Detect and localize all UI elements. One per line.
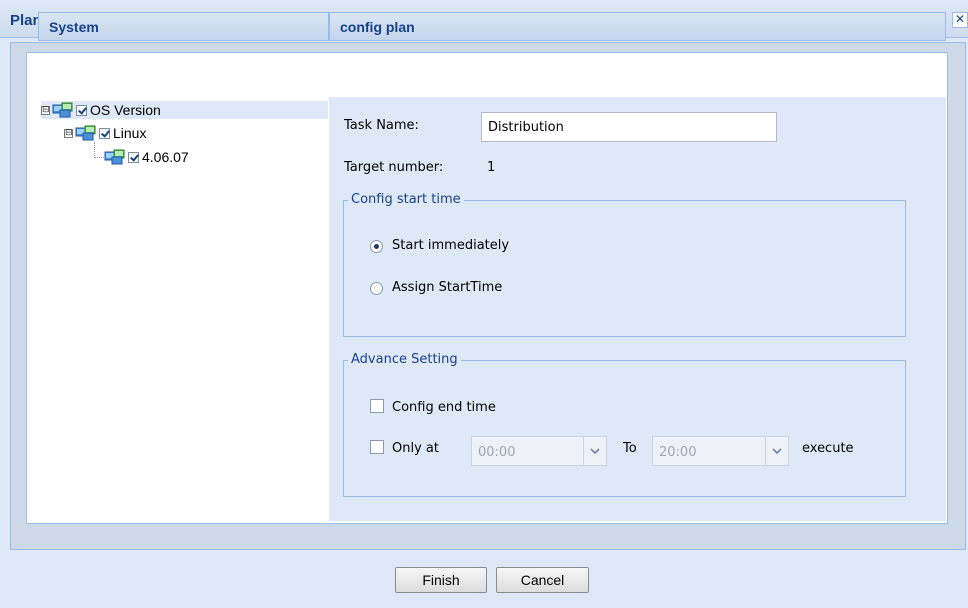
tree-checkbox[interactable]	[128, 151, 139, 163]
computer-group-icon	[75, 125, 96, 141]
config-end-time-label[interactable]: Config end time	[392, 400, 496, 415]
cancel-button[interactable]: Cancel	[496, 567, 589, 593]
tree-node-version[interactable]: 4.06.07	[104, 148, 189, 166]
finish-button[interactable]: Finish	[395, 567, 487, 593]
task-name-input[interactable]	[481, 112, 777, 142]
config-start-time-fieldset: Config start time	[343, 192, 906, 337]
close-icon[interactable]: ✕	[952, 12, 968, 28]
chevron-down-icon[interactable]	[583, 437, 606, 465]
assign-starttime-radio[interactable]	[370, 282, 383, 295]
to-time-select[interactable]: 20:00	[652, 436, 789, 466]
tree-node-label: Linux	[113, 125, 147, 141]
start-immediately-label[interactable]: Start immediately	[392, 238, 509, 253]
tree-node-linux[interactable]: ⊟ Linux	[64, 124, 146, 142]
to-time-value: 20:00	[659, 445, 697, 460]
advance-setting-fieldset: Advance Setting	[343, 352, 906, 497]
tree-node-label: 4.06.07	[142, 149, 189, 165]
tree-node-os-version[interactable]: ⊟ OS Version	[41, 101, 328, 119]
computer-group-icon	[52, 102, 73, 118]
system-tree: ⊟ OS Version ⊟ Linux 4.06.07	[38, 97, 328, 521]
system-panel-header: System	[38, 12, 329, 41]
config-panel-header: config plan	[329, 12, 946, 41]
assign-starttime-label[interactable]: Assign StartTime	[392, 280, 502, 295]
only-at-label[interactable]: Only at	[392, 441, 439, 456]
target-number-label: Target number:	[344, 160, 444, 175]
from-time-value: 00:00	[478, 445, 516, 460]
config-start-time-legend: Config start time	[348, 192, 464, 207]
config-end-time-checkbox[interactable]	[370, 399, 384, 413]
computer-group-icon	[104, 149, 125, 165]
start-immediately-radio[interactable]	[370, 240, 383, 253]
collapse-icon[interactable]: ⊟	[41, 105, 50, 115]
tree-checkbox[interactable]	[76, 104, 87, 116]
system-header-label: System	[49, 19, 99, 35]
tree-connector-line	[94, 157, 104, 159]
task-name-label: Task Name:	[344, 118, 419, 133]
to-label: To	[623, 441, 637, 456]
tree-connector-line	[94, 142, 96, 158]
only-at-checkbox[interactable]	[370, 440, 384, 454]
config-header-label: config plan	[340, 19, 415, 35]
target-number-value: 1	[487, 160, 496, 175]
tree-checkbox[interactable]	[99, 127, 110, 139]
chevron-down-icon[interactable]	[765, 437, 788, 465]
execute-label: execute	[802, 441, 854, 456]
tree-node-label: OS Version	[90, 102, 161, 118]
from-time-select[interactable]: 00:00	[471, 436, 607, 466]
advance-setting-legend: Advance Setting	[348, 352, 461, 367]
collapse-icon[interactable]: ⊟	[64, 128, 73, 138]
